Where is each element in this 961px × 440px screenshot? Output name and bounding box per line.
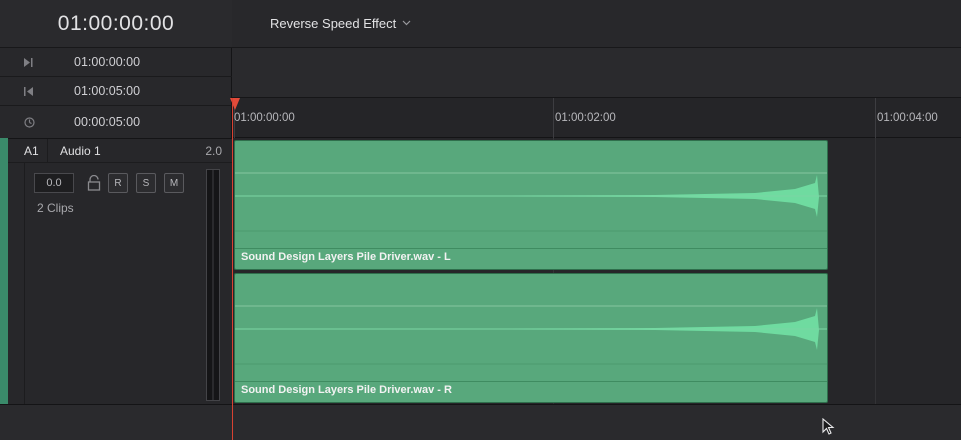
- left-empty-footer: [0, 404, 232, 440]
- duration-timecode[interactable]: 00:00:05:00: [74, 115, 140, 129]
- clock-icon: [24, 116, 50, 128]
- track-id: A1: [8, 138, 48, 163]
- lock-icon[interactable]: [87, 174, 101, 191]
- mute-button[interactable]: M: [164, 173, 184, 193]
- current-timecode[interactable]: 01:00:00:00: [0, 0, 232, 48]
- clip-label-separator: [235, 381, 827, 382]
- audio-clip-right[interactable]: Sound Design Layers Pile Driver.wav - R: [234, 273, 828, 403]
- audio-track-header: A1 Audio 1 2.0 0.0 R S M 2 Clips: [0, 138, 232, 405]
- timeline-toolbar: Reverse Speed Effect: [232, 0, 961, 48]
- ruler-label-1: 01:00:02:00: [555, 112, 616, 124]
- ruler-tick: [553, 98, 554, 138]
- playhead-line[interactable]: [232, 98, 233, 440]
- clip-label-left: Sound Design Layers Pile Driver.wav - L: [241, 251, 451, 263]
- ruler-tick: [875, 98, 876, 138]
- mark-out-icon: [24, 86, 50, 96]
- track-name[interactable]: Audio 1: [60, 144, 205, 158]
- audio-level-meter: [206, 169, 220, 401]
- timeline-area: Reverse Speed Effect 01:00:00:00 01:00:0…: [230, 0, 961, 440]
- waveform-left: [235, 172, 827, 232]
- track-color-accent: [0, 138, 8, 404]
- timeline-selector[interactable]: Reverse Speed Effect: [270, 16, 411, 31]
- chevron-down-icon: [402, 18, 411, 29]
- track-header-divider: [24, 163, 25, 405]
- in-point-row: 01:00:00:00: [0, 48, 232, 77]
- record-arm-button[interactable]: R: [108, 173, 128, 193]
- track-channel-format: 2.0: [205, 143, 222, 158]
- clip-count-label: 2 Clips: [37, 201, 74, 215]
- in-point-timecode[interactable]: 01:00:00:00: [74, 55, 140, 69]
- ruler-label-2: 01:00:04:00: [877, 112, 938, 124]
- track-volume-field[interactable]: 0.0: [34, 173, 74, 193]
- duration-row: 00:00:05:00: [0, 106, 232, 138]
- out-point-timecode[interactable]: 01:00:05:00: [74, 84, 140, 98]
- waveform-right: [235, 305, 827, 365]
- timeline-empty-footer: [232, 404, 961, 440]
- audio-track-lane[interactable]: Sound Design Layers Pile Driver.wav - L …: [232, 138, 961, 440]
- timeline-info-bar: [232, 48, 961, 98]
- grid-line: [875, 138, 876, 440]
- ruler-label-0: 01:00:00:00: [234, 112, 295, 124]
- clip-label-separator: [235, 248, 827, 249]
- out-point-row: 01:00:05:00: [0, 77, 232, 106]
- audio-clip-left[interactable]: Sound Design Layers Pile Driver.wav - L: [234, 140, 828, 270]
- timecode-ruler[interactable]: 01:00:00:00 01:00:02:00 01:00:04:00: [232, 98, 961, 138]
- mark-in-icon: [24, 57, 50, 67]
- clip-label-right: Sound Design Layers Pile Driver.wav - R: [241, 384, 452, 396]
- track-title-row: A1 Audio 1 2.0: [8, 138, 232, 163]
- timeline-name-label: Reverse Speed Effect: [270, 16, 397, 31]
- mouse-pointer-icon: [822, 417, 836, 436]
- solo-button[interactable]: S: [136, 173, 156, 193]
